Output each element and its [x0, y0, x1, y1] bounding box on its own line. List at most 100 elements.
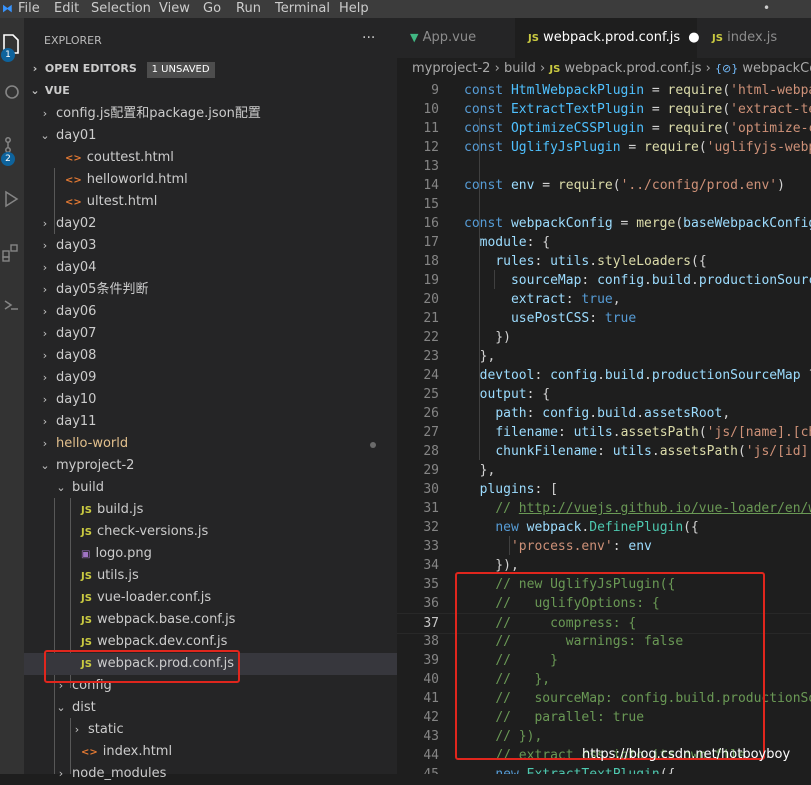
tree-folder[interactable]: › config.js配置和package.json配置	[24, 103, 397, 125]
run-debug-icon[interactable]	[0, 190, 22, 212]
tree-file[interactable]: JS utils.js	[24, 565, 397, 587]
chevron-down-icon: ⌄	[30, 84, 40, 97]
code-line[interactable]: 23 },	[397, 347, 811, 366]
code-line[interactable]: 24 devtool: config.build.productionSourc…	[397, 366, 811, 385]
search-icon[interactable]	[0, 84, 22, 106]
tree-folder[interactable]: › day09	[24, 367, 397, 389]
menu-run[interactable]: Run	[236, 0, 261, 17]
code-line[interactable]: 17 module: {	[397, 233, 811, 252]
tree-folder[interactable]: ⌄ build	[24, 477, 397, 499]
tree-folder[interactable]: › day06	[24, 301, 397, 323]
editor-tab-bar: ▼ App.vue JS webpack.prod.conf.js ● JS i…	[397, 18, 811, 58]
tree-item-label: day05条件判断	[56, 282, 149, 297]
code-line[interactable]: 28 chunkFilename: utils.assetsPath('js/[…	[397, 442, 811, 461]
chevron-right-icon: ›	[74, 723, 80, 736]
breadcrumb-item[interactable]: webpackConfig	[742, 61, 811, 76]
menu-view[interactable]: View	[159, 0, 190, 17]
breadcrumb-item[interactable]: myproject-2	[412, 61, 490, 76]
menu-file[interactable]: File	[18, 0, 40, 17]
unsaved-dot-icon[interactable]: ●	[688, 30, 699, 45]
code-text: module: {	[479, 235, 551, 250]
code-line[interactable]: 18 rules: utils.styleLoaders({	[397, 252, 811, 271]
tree-folder[interactable]: › day08	[24, 345, 397, 367]
menu-terminal[interactable]: Terminal	[275, 0, 330, 17]
code-line[interactable]: 20 extract: true,	[397, 290, 811, 309]
workspace-header[interactable]: ⌄ VUE	[24, 81, 397, 101]
tab-app-vue[interactable]: ▼ App.vue	[397, 18, 512, 58]
tree-folder[interactable]: › node_modules	[24, 763, 397, 785]
tree-file[interactable]: JS check-versions.js	[24, 521, 397, 543]
tree-folder[interactable]: › day07	[24, 323, 397, 345]
tree-folder[interactable]: › day04	[24, 257, 397, 279]
line-number: 35	[423, 577, 439, 592]
code-text: const ExtractTextPlugin = require('extra…	[464, 102, 811, 117]
tree-file[interactable]: <> ultest.html	[24, 191, 397, 213]
tree-file[interactable]: JS vue-loader.conf.js	[24, 587, 397, 609]
menu-selection[interactable]: Selection	[91, 0, 151, 17]
code-line[interactable]: 31 // http://vuejs.github.io/vue-loader/…	[397, 499, 811, 518]
code-line[interactable]: 33 'process.env': env	[397, 537, 811, 556]
tree-folder[interactable]: › hello-world	[24, 433, 397, 455]
code-line[interactable]: 16 const webpackConfig = merge(baseWebpac…	[397, 214, 811, 233]
tree-folder[interactable]: › day10	[24, 389, 397, 411]
open-editors-header[interactable]: › OPEN EDITORS 1 UNSAVED	[24, 59, 397, 79]
tree-file[interactable]: ▣ logo.png	[24, 543, 397, 565]
code-editor[interactable]: 9 const HtmlWebpackPlugin = require('html…	[397, 80, 811, 774]
more-actions-icon[interactable]: ···	[362, 30, 375, 46]
menu-go[interactable]: Go	[203, 0, 221, 17]
menu-edit[interactable]: Edit	[54, 0, 79, 17]
code-line[interactable]: 14 const env = require('../config/prod.en…	[397, 176, 811, 195]
tab-webpack-prod-conf[interactable]: JS webpack.prod.conf.js ●	[515, 18, 700, 58]
code-line[interactable]: 30 plugins: [	[397, 480, 811, 499]
breadcrumb-item[interactable]: build	[504, 61, 536, 76]
code-line[interactable]: 25 output: {	[397, 385, 811, 404]
code-line[interactable]: 13	[397, 157, 811, 176]
html-file-icon: <>	[81, 747, 98, 758]
code-line[interactable]: 11 const OptimizeCSSPlugin = require('opt…	[397, 119, 811, 138]
highlight-box-code	[455, 572, 765, 760]
code-line[interactable]: 21 usePostCSS: true	[397, 309, 811, 328]
code-line[interactable]: 29 },	[397, 461, 811, 480]
code-line[interactable]: 32 new webpack.DefinePlugin({	[397, 518, 811, 537]
tree-item-label: config.js配置和package.json配置	[56, 106, 261, 121]
tree-folder[interactable]: › day03	[24, 235, 397, 257]
chevron-right-icon: ›	[42, 415, 48, 428]
chevron-right-icon: ›	[42, 239, 48, 252]
line-number: 19	[423, 273, 439, 288]
breadcrumb-item[interactable]: webpack.prod.conf.js	[564, 61, 701, 76]
code-line[interactable]: 9 const HtmlWebpackPlugin = require('html…	[397, 81, 811, 100]
line-number: 14	[423, 178, 439, 193]
remote-icon[interactable]	[0, 296, 22, 318]
code-line[interactable]: 15	[397, 195, 811, 214]
code-line[interactable]: 22 })	[397, 328, 811, 347]
tree-folder[interactable]: ⌄ myproject-2	[24, 455, 397, 477]
tab-index-js[interactable]: JS index.js	[699, 18, 811, 58]
line-number: 33	[423, 539, 439, 554]
tree-item-label: logo.png	[95, 546, 152, 561]
activity-bar: 1 2	[0, 18, 24, 774]
tree-folder[interactable]: ⌄ day01	[24, 125, 397, 147]
code-line[interactable]: 10 const ExtractTextPlugin = require('ext…	[397, 100, 811, 119]
code-line[interactable]: 26 path: config.build.assetsRoot,	[397, 404, 811, 423]
tree-folder[interactable]: › day02	[24, 213, 397, 235]
js-file-icon: JS	[81, 593, 92, 604]
tree-file[interactable]: <> helloworld.html	[24, 169, 397, 191]
tree-file[interactable]: <> couttest.html	[24, 147, 397, 169]
js-file-icon: JS	[81, 527, 92, 538]
code-line[interactable]: 27 filename: utils.assetsPath('js/[name]…	[397, 423, 811, 442]
code-line[interactable]: 19 sourceMap: config.build.productionSou…	[397, 271, 811, 290]
tree-file[interactable]: JS build.js	[24, 499, 397, 521]
code-line[interactable]: 12 const UglifyJsPlugin = require('uglify…	[397, 138, 811, 157]
tree-folder[interactable]: ⌄ dist	[24, 697, 397, 719]
extensions-icon[interactable]	[0, 244, 22, 266]
tree-file[interactable]: JS webpack.base.conf.js	[24, 609, 397, 631]
tree-folder[interactable]: › static	[24, 719, 397, 741]
code-text: const env = require('../config/prod.env'…	[464, 178, 785, 193]
tree-file[interactable]: <> index.html	[24, 741, 397, 763]
explorer-title: EXPLORER	[44, 34, 102, 47]
tree-folder[interactable]: › day11	[24, 411, 397, 433]
code-line[interactable]: 45 new ExtractTextPlugin({	[397, 765, 811, 774]
tree-folder[interactable]: › day05条件判断	[24, 279, 397, 301]
line-number: 26	[423, 406, 439, 421]
menu-help[interactable]: Help	[339, 0, 369, 17]
